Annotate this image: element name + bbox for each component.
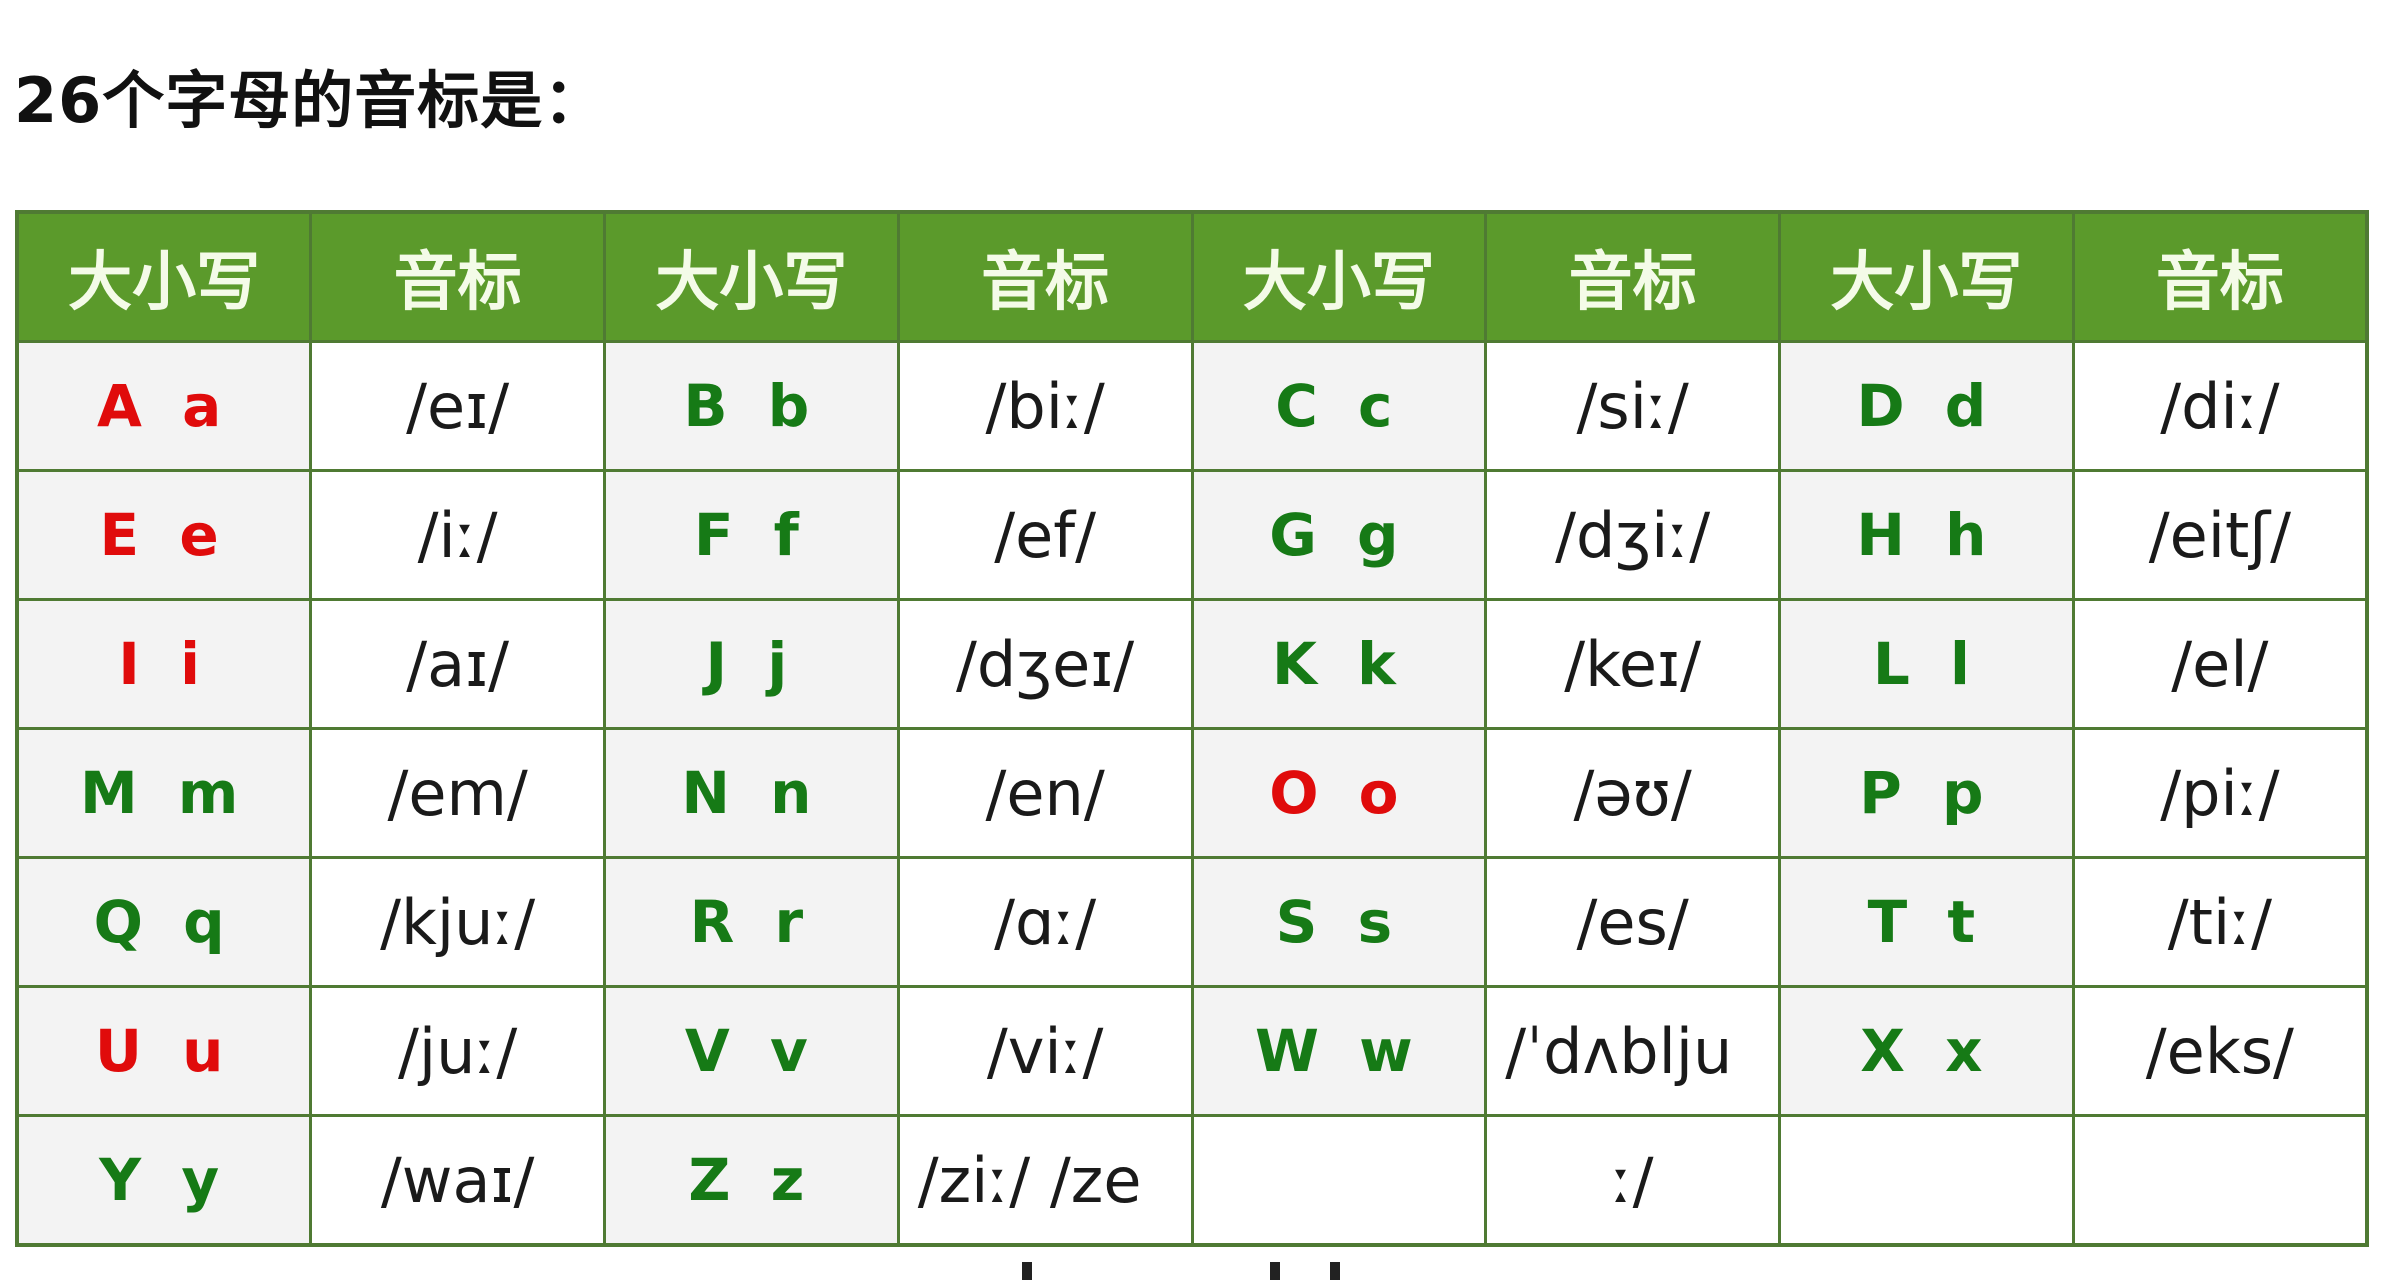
phonetic-cell: /piː/ — [2071, 727, 2369, 859]
table-row: I i/aɪ/J j/dʒeɪ/K k/keɪ/L l/el/ — [15, 598, 2369, 730]
phonetic-cell: /ziː/ /ze — [896, 1114, 1194, 1247]
header-case: 大小写 — [15, 210, 313, 343]
letter-cell: X x — [1778, 985, 2075, 1117]
table-row: A a/eɪ/B b/biː/C c/siː/D d/diː/ — [15, 340, 2369, 472]
phonetic-cell: /eitʃ/ — [2071, 469, 2369, 601]
header-phonetic: 音标 — [1484, 210, 1781, 343]
letter-cell: J j — [603, 598, 900, 730]
phonetic-cell: /eɪ/ — [309, 340, 606, 472]
letter-cell: S s — [1190, 856, 1488, 988]
phonetic-cell: /dʒeɪ/ — [896, 598, 1194, 730]
letter-cell: U u — [15, 985, 313, 1117]
phonetic-cell: /el/ — [2071, 598, 2369, 730]
phonetic-cell: /juː/ — [309, 985, 606, 1117]
letter-cell: W w — [1190, 985, 1488, 1117]
phonetic-cell: /siː/ — [1484, 340, 1781, 472]
letter-cell: N n — [603, 727, 900, 859]
phonetic-cell: /biː/ — [896, 340, 1194, 472]
letter-cell: L l — [1778, 598, 2075, 730]
letter-cell: B b — [603, 340, 900, 472]
letter-cell: A a — [15, 340, 313, 472]
phonetic-cell: /waɪ/ — [309, 1114, 606, 1247]
phonetic-cell: ː/ — [1484, 1114, 1781, 1247]
header-case: 大小写 — [1778, 210, 2075, 343]
letter-cell: M m — [15, 727, 313, 859]
phonetic-cell: /es/ — [1484, 856, 1781, 988]
letter-cell: I i — [15, 598, 313, 730]
letter-cell: H h — [1778, 469, 2075, 601]
letter-cell: Y y — [15, 1114, 313, 1247]
phonetic-cell: /em/ — [309, 727, 606, 859]
letter-cell: K k — [1190, 598, 1488, 730]
phonetic-cell: /dʒiː/ — [1484, 469, 1781, 601]
letter-cell: G g — [1190, 469, 1488, 601]
header-case: 大小写 — [603, 210, 900, 343]
letter-cell: Z z — [603, 1114, 900, 1247]
phonetic-cell: /viː/ — [896, 985, 1194, 1117]
phonetic-cell: /en/ — [896, 727, 1194, 859]
table-row: Y y/waɪ/Z z/ziː/ /ze ː/ — [15, 1114, 2369, 1247]
letter-cell — [1190, 1114, 1488, 1247]
letter-cell — [1778, 1114, 2075, 1247]
phonetic-cell: /ef/ — [896, 469, 1194, 601]
phonetic-cell: /tiː/ — [2071, 856, 2369, 988]
letter-cell: O o — [1190, 727, 1488, 859]
phonetic-cell: /diː/ — [2071, 340, 2369, 472]
header-phonetic: 音标 — [309, 210, 606, 343]
letter-cell: V v — [603, 985, 900, 1117]
phonetic-cell: /ˈdʌblju — [1484, 985, 1781, 1117]
phonetic-cell: /əʊ/ — [1484, 727, 1781, 859]
table-row: E e/iː/F f/ef/G g/dʒiː/H h/eitʃ/ — [15, 469, 2369, 601]
letter-cell: Q q — [15, 856, 313, 988]
phonetic-cell: /eks/ — [2071, 985, 2369, 1117]
phonetic-cell: /aɪ/ — [309, 598, 606, 730]
phonetic-cell: /ɑː/ — [896, 856, 1194, 988]
table-header-row: 大小写 音标 大小写 音标 大小写 音标 大小写 音标 — [15, 210, 2369, 343]
header-phonetic: 音标 — [896, 210, 1194, 343]
letter-cell: T t — [1778, 856, 2075, 988]
letter-cell: P p — [1778, 727, 2075, 859]
alphabet-phonetics-table: 大小写 音标 大小写 音标 大小写 音标 大小写 音标 A a/eɪ/B b/b… — [15, 210, 2369, 1247]
letter-cell: C c — [1190, 340, 1488, 472]
table-row: M m/em/N n/en/O o/əʊ/P p/piː/ — [15, 727, 2369, 859]
phonetic-cell: /keɪ/ — [1484, 598, 1781, 730]
letter-cell: F f — [603, 469, 900, 601]
table-row: U u/juː/V v/viː/W w/ˈdʌblju X x/eks/ — [15, 985, 2369, 1117]
phonetic-cell: /kjuː/ — [309, 856, 606, 988]
letter-cell: D d — [1778, 340, 2075, 472]
header-case: 大小写 — [1190, 210, 1488, 343]
page-title: 26个字母的音标是： — [14, 64, 607, 137]
phonetic-cell: /iː/ — [309, 469, 606, 601]
letter-cell: E e — [15, 469, 313, 601]
header-phonetic: 音标 — [2071, 210, 2369, 343]
cut-off-text-fragment — [0, 1262, 2402, 1280]
table-row: Q q/kjuː/R r/ɑː/S s/es/T t/tiː/ — [15, 856, 2369, 988]
phonetic-cell — [2071, 1114, 2369, 1247]
letter-cell: R r — [603, 856, 900, 988]
